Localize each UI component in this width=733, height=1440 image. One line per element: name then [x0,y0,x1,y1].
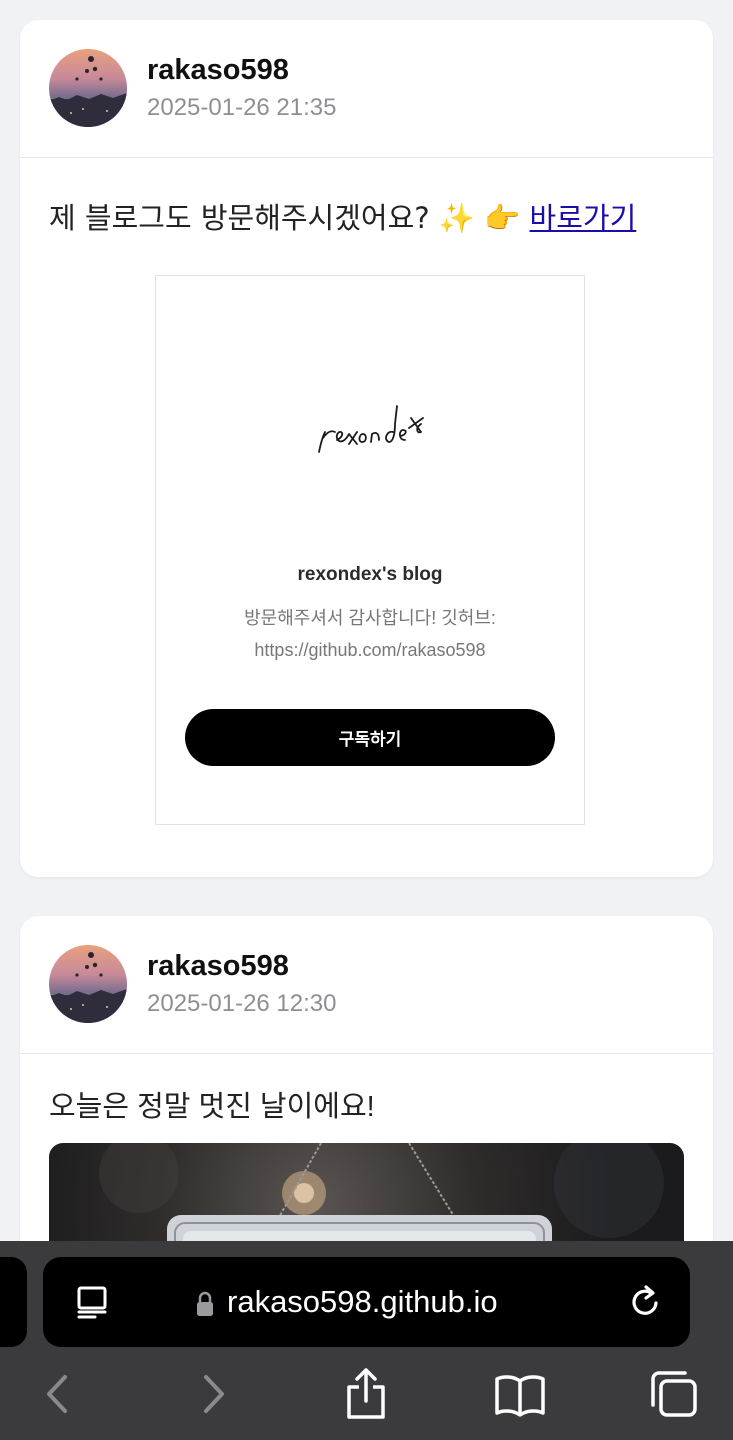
share-icon [347,1368,385,1419]
bookmarks-button[interactable] [493,1367,547,1421]
post-header: rakaso598 2025-01-26 21:35 [20,20,713,158]
reader-icon[interactable] [75,1284,111,1320]
forward-button[interactable] [187,1367,241,1421]
browser-toolbar: rakaso598.github.io [0,1241,733,1440]
username[interactable]: rakaso598 [147,54,289,87]
share-button[interactable] [339,1367,393,1421]
post-text: 오늘은 정말 멋진 날이에요! [49,1091,375,1123]
tabs-button[interactable] [647,1367,701,1421]
tabs-icon [651,1371,697,1417]
avatar[interactable] [49,49,127,127]
blog-embed-card[interactable]: rexondex's blog 방문해주셔서 감사합니다! 깃허브: https… [155,275,585,825]
embed-description-line: https://github.com/rakaso598 [254,640,486,660]
subscribe-button[interactable]: 구독하기 [185,709,555,766]
back-icon [47,1375,67,1413]
username[interactable]: rakaso598 [147,950,289,983]
url-text[interactable]: rakaso598.github.io [227,1284,498,1320]
previous-tab-edge[interactable] [0,1257,27,1347]
post-card: rakaso598 2025-01-26 21:35 제 블로그도 방문해주시겠… [20,20,713,877]
post-timestamp: 2025-01-26 21:35 [147,94,337,121]
avatar-image [49,952,127,1023]
blog-link[interactable]: 바로가기 [530,203,637,235]
post-text: 제 블로그도 방문해주시겠어요? ✨ 👉 바로가기 [49,195,636,237]
embed-description-line: 방문해주셔서 감사합니다! 깃허브: [244,608,496,628]
post-text-content: 제 블로그도 방문해주시겠어요? ✨ 👉 [49,201,530,235]
blog-logo [318,405,424,453]
post-timestamp: 2025-01-26 12:30 [147,990,337,1017]
forward-icon [204,1375,224,1413]
avatar-image [49,56,127,127]
post-header: rakaso598 2025-01-26 12:30 [20,916,713,1054]
bookmarks-icon [495,1375,545,1417]
avatar[interactable] [49,945,127,1023]
embed-title: rexondex's blog [297,564,443,585]
reload-icon[interactable] [629,1285,663,1319]
back-button[interactable] [30,1367,84,1421]
embed-description: 방문해주셔서 감사합니다! 깃허브: https://github.com/ra… [156,602,584,666]
lock-icon [197,1291,213,1316]
address-bar[interactable]: rakaso598.github.io [43,1257,690,1347]
